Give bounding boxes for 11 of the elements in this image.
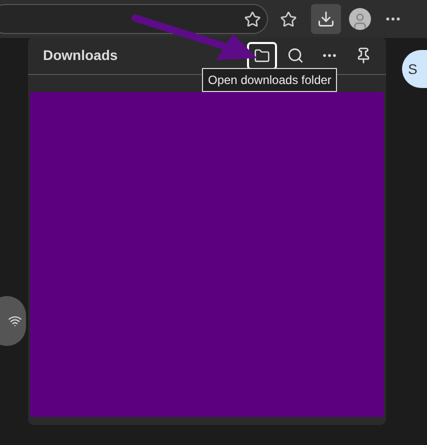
- side-button[interactable]: S: [402, 50, 427, 88]
- download-icon: [317, 10, 335, 28]
- favorite-star-icon[interactable]: [244, 10, 261, 28]
- profile-avatar-icon[interactable]: [349, 8, 371, 30]
- tooltip: Open downloads folder: [202, 68, 338, 92]
- panel-title: Downloads: [43, 46, 119, 65]
- search-icon[interactable]: [287, 47, 304, 64]
- wifi-icon: [8, 314, 22, 328]
- pin-icon[interactable]: [355, 47, 372, 64]
- folder-icon: [254, 48, 270, 64]
- downloads-button[interactable]: [311, 4, 341, 34]
